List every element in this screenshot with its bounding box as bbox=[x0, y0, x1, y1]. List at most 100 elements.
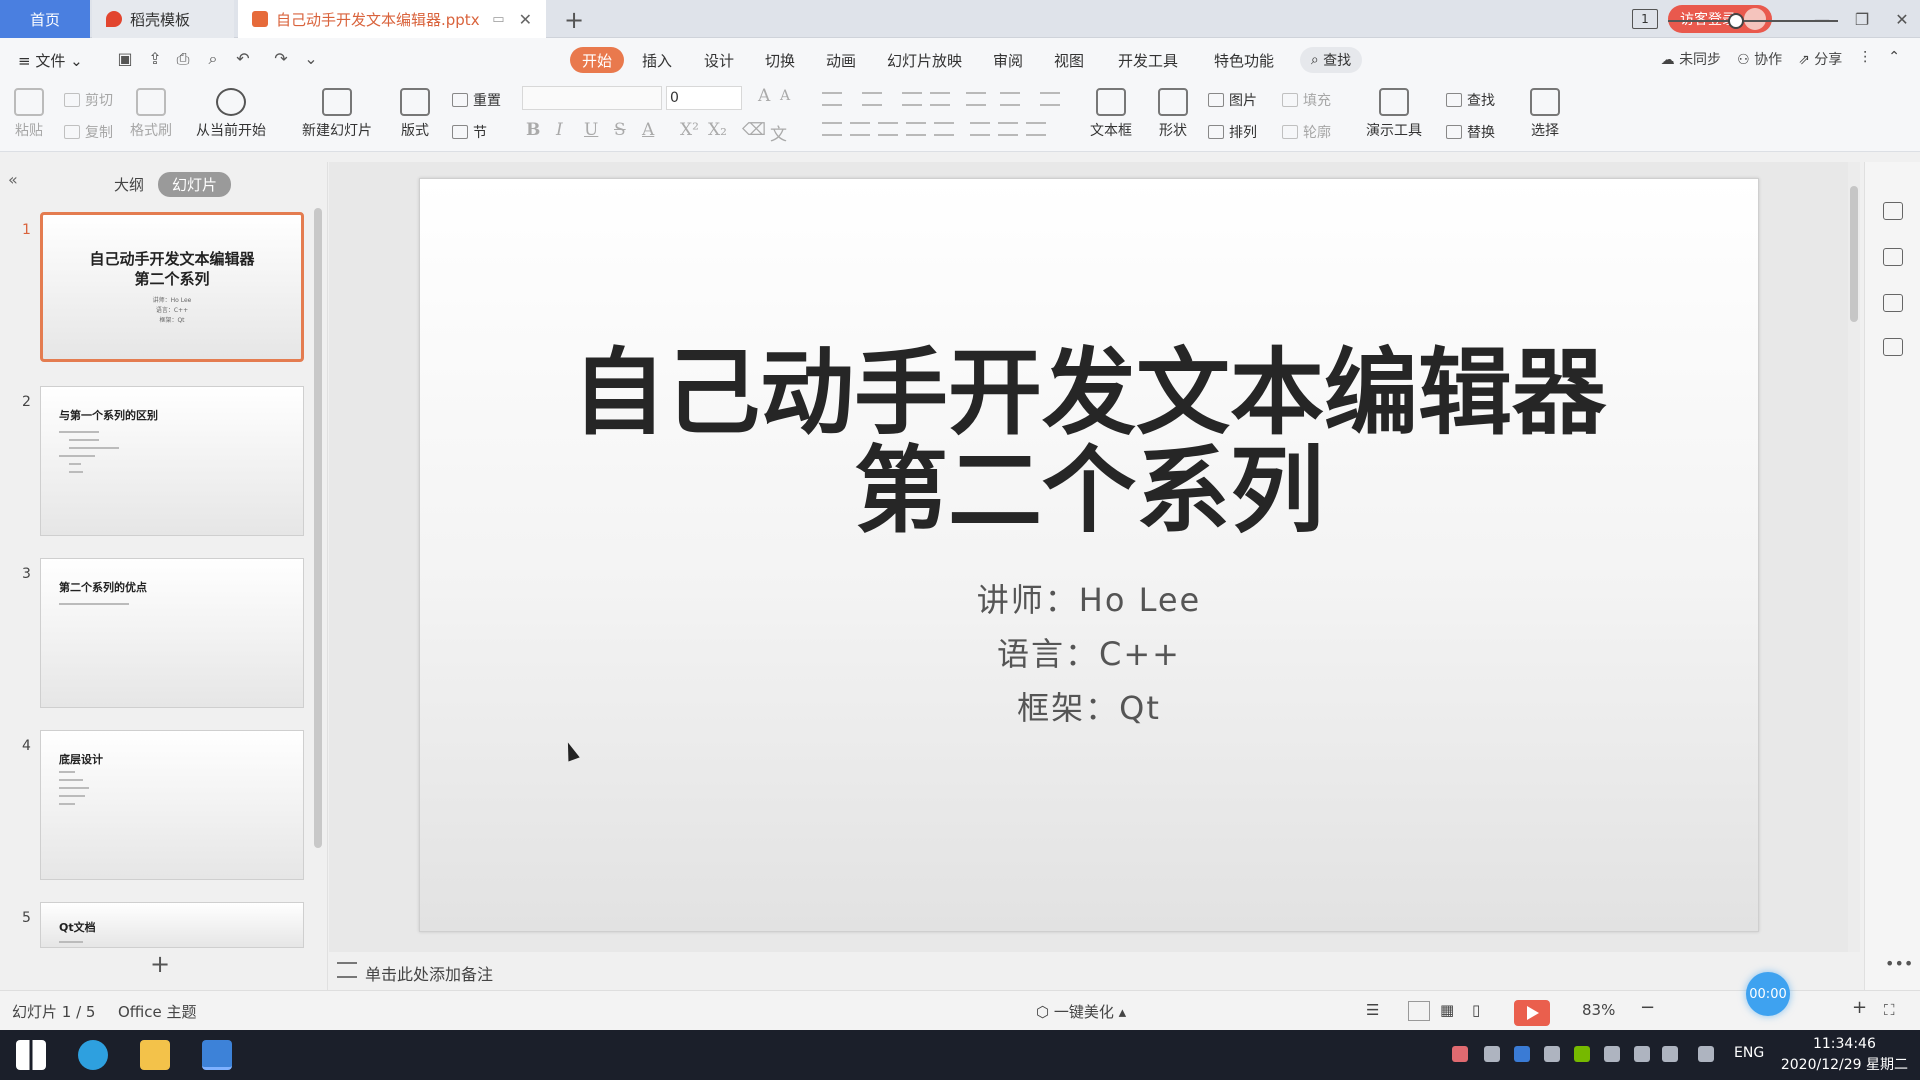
paste-button[interactable]: 粘贴 bbox=[14, 88, 44, 140]
current-slide[interactable]: 自己动手开发文本编辑器 第二个系列 讲师：Ho Lee 语言：C++ 框架：Qt bbox=[419, 178, 1759, 932]
share-button[interactable]: ⇗ 分享 bbox=[1798, 49, 1842, 69]
notes-toggle-icon[interactable]: ☰ bbox=[1366, 1001, 1379, 1019]
more-icon[interactable]: ⋮ bbox=[1858, 49, 1872, 69]
number-list-icon[interactable] bbox=[862, 92, 882, 106]
zoom-slider[interactable] bbox=[1668, 20, 1838, 22]
minimize-icon[interactable]: — bbox=[1804, 10, 1840, 29]
columns-icon[interactable] bbox=[998, 122, 1018, 136]
distribute-icon[interactable] bbox=[934, 122, 954, 136]
cut-button[interactable]: 剪切 bbox=[64, 90, 113, 110]
italic-icon[interactable]: I bbox=[556, 120, 563, 140]
reading-view-icon[interactable]: ▯ bbox=[1472, 1001, 1480, 1019]
slide-lecturer[interactable]: 讲师：Ho Lee bbox=[420, 575, 1758, 621]
recording-timer[interactable]: 00:00 bbox=[1746, 972, 1790, 1016]
new-slide-button[interactable]: 新建幻灯片 bbox=[302, 88, 372, 140]
vertical-align-icon[interactable] bbox=[1026, 122, 1046, 136]
slide-title[interactable]: 自己动手开发文本编辑器 第二个系列 bbox=[420, 345, 1758, 541]
reset-button[interactable]: 重置 bbox=[452, 90, 501, 110]
slide-thumbnail-5[interactable]: Qt文档 bbox=[40, 902, 304, 948]
fill-button[interactable]: 填充 bbox=[1282, 90, 1331, 110]
section-button[interactable]: 节 bbox=[452, 122, 487, 142]
text-effect-icon[interactable]: 文 bbox=[770, 120, 787, 145]
new-tab-icon[interactable]: + bbox=[564, 6, 584, 34]
underline-icon[interactable]: U bbox=[584, 120, 598, 140]
collapse-panel-icon[interactable]: « bbox=[8, 170, 18, 189]
zoom-in-icon[interactable]: + bbox=[1852, 997, 1867, 1018]
zoom-level[interactable]: 83% bbox=[1582, 1001, 1615, 1019]
align-right-icon[interactable] bbox=[878, 122, 898, 136]
nvidia-icon[interactable] bbox=[1574, 1046, 1590, 1062]
font-size-select[interactable]: 0 bbox=[666, 86, 742, 110]
wps-office-icon[interactable] bbox=[202, 1040, 232, 1070]
close-tab-icon[interactable]: ✕ bbox=[519, 10, 532, 29]
collapse-ribbon-icon[interactable]: ⌃ bbox=[1888, 49, 1900, 69]
wifi-icon[interactable] bbox=[1634, 1046, 1650, 1062]
undo-icon[interactable]: ↶ bbox=[234, 50, 252, 68]
tab-slides[interactable]: 幻灯片 bbox=[158, 172, 232, 197]
theme-name[interactable]: Office 主题 bbox=[118, 1001, 197, 1022]
paragraph-spacing-icon[interactable] bbox=[970, 122, 990, 136]
replace-button[interactable]: 替换 bbox=[1446, 122, 1495, 142]
zoom-out-icon[interactable]: − bbox=[1640, 997, 1655, 1018]
save-icon[interactable]: ▣ bbox=[116, 50, 134, 68]
slide-thumbnail-4[interactable]: 底层设计 bbox=[40, 730, 304, 880]
find-button[interactable]: 查找 bbox=[1446, 90, 1495, 110]
menu-tab-developer[interactable]: 开发工具 bbox=[1118, 50, 1178, 71]
file-explorer-icon[interactable] bbox=[140, 1040, 170, 1070]
menu-tab-features[interactable]: 特色功能 bbox=[1214, 50, 1274, 71]
increase-font-icon[interactable]: A bbox=[758, 86, 770, 106]
panel-scrollbar[interactable] bbox=[314, 208, 322, 848]
menu-tab-home[interactable]: 开始 bbox=[570, 47, 624, 73]
increase-indent-icon[interactable] bbox=[930, 92, 950, 106]
layout-button[interactable]: 版式 bbox=[400, 88, 430, 140]
zoom-slider-handle[interactable] bbox=[1728, 13, 1744, 29]
menu-tab-insert[interactable]: 插入 bbox=[642, 50, 672, 71]
slide-thumbnail-2[interactable]: 与第一个系列的区别 bbox=[40, 386, 304, 536]
print-preview-icon[interactable]: ⌕ bbox=[204, 50, 222, 68]
add-slide-icon[interactable]: + bbox=[150, 950, 170, 978]
collaborate-button[interactable]: ⚇ 协作 bbox=[1737, 49, 1782, 69]
edge-browser-icon[interactable] bbox=[78, 1040, 108, 1070]
fit-window-icon[interactable]: ⛶ bbox=[1884, 1001, 1895, 1019]
menu-tab-transition[interactable]: 切换 bbox=[765, 50, 795, 71]
play-from-current-button[interactable]: 从当前开始 bbox=[196, 88, 266, 140]
customize-toolbar-icon[interactable]: ⌄ bbox=[302, 50, 320, 68]
taskbar-clock[interactable]: 11:34:46 2020/12/29 星期二 bbox=[1781, 1034, 1908, 1076]
slide-thumbnail-1[interactable]: 自己动手开发文本编辑器 第二个系列 讲师：Ho Lee 语言：C++ 框架：Qt bbox=[40, 212, 304, 362]
menu-tab-design[interactable]: 设计 bbox=[704, 50, 734, 71]
close-window-icon[interactable]: ✕ bbox=[1884, 10, 1920, 29]
textbox-button[interactable]: 文本框 bbox=[1090, 88, 1132, 140]
align-center-icon[interactable] bbox=[850, 122, 870, 136]
window-count-badge[interactable]: 1 bbox=[1632, 9, 1658, 29]
tray-app-icon[interactable] bbox=[1452, 1046, 1468, 1062]
copy-button[interactable]: 复制 bbox=[64, 122, 113, 142]
presentation-tools-button[interactable]: 演示工具 bbox=[1366, 88, 1422, 140]
pin-window-icon[interactable]: ▭ bbox=[492, 12, 504, 27]
select-button[interactable]: 选择 bbox=[1530, 88, 1560, 140]
tab-document[interactable]: 自己动手开发文本编辑器.pptx ▭ ✕ bbox=[238, 0, 546, 38]
start-slideshow-button[interactable] bbox=[1514, 1000, 1550, 1026]
slide-framework[interactable]: 框架：Qt bbox=[420, 683, 1758, 729]
line-spacing-icon[interactable] bbox=[966, 92, 986, 106]
tab-outline[interactable]: 大纲 bbox=[100, 172, 158, 197]
more-options-icon[interactable]: ••• bbox=[1885, 954, 1913, 973]
windows-start-icon[interactable] bbox=[16, 1040, 46, 1070]
redo-icon[interactable]: ↷ bbox=[272, 50, 290, 68]
strikethrough-icon[interactable]: S bbox=[614, 120, 626, 140]
bold-icon[interactable]: B bbox=[526, 120, 540, 140]
file-menu[interactable]: ≡ 文件 ⌄ bbox=[18, 50, 83, 71]
tray-steam-icon[interactable] bbox=[1484, 1046, 1500, 1062]
tab-docer-template[interactable]: 稻壳模板 bbox=[92, 0, 234, 38]
slides-icon[interactable] bbox=[1883, 338, 1903, 356]
menu-tab-animation[interactable]: 动画 bbox=[826, 50, 856, 71]
guest-login-button[interactable]: 访客登录 bbox=[1668, 5, 1772, 33]
align-left-icon[interactable] bbox=[822, 122, 842, 136]
decrease-indent-icon[interactable] bbox=[902, 92, 922, 106]
font-family-select[interactable] bbox=[522, 86, 662, 110]
shape-button[interactable]: 形状 bbox=[1158, 88, 1188, 140]
menu-tab-slideshow[interactable]: 幻灯片放映 bbox=[887, 50, 962, 71]
input-language[interactable]: ENG bbox=[1734, 1045, 1764, 1061]
pen-icon[interactable] bbox=[1698, 1046, 1714, 1062]
outline-button[interactable]: 轮廓 bbox=[1282, 122, 1331, 142]
sync-status[interactable]: ☁ 未同步 bbox=[1661, 49, 1721, 69]
